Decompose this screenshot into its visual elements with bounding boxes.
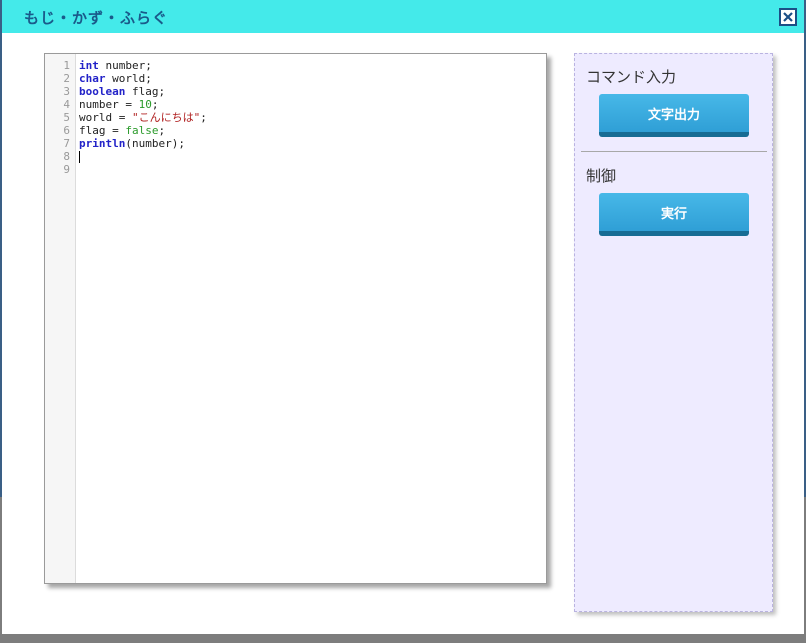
- code-token: 10: [138, 98, 152, 111]
- run-button[interactable]: 実行: [599, 193, 749, 236]
- code-token: world =: [79, 111, 132, 124]
- code-token: char: [79, 72, 106, 85]
- line-number: 2: [63, 72, 70, 85]
- code-line: [79, 150, 542, 163]
- line-number-gutter: 123456789: [45, 54, 76, 583]
- code-line: flag = false;: [79, 124, 542, 137]
- line-number: 1: [63, 59, 70, 72]
- close-button[interactable]: [779, 8, 797, 26]
- code-token: flag;: [125, 85, 166, 98]
- code-token: int: [79, 59, 99, 72]
- line-number: 4: [63, 98, 70, 111]
- line-number: 5: [63, 111, 70, 124]
- text-cursor: [79, 151, 80, 163]
- line-number: 7: [63, 137, 70, 150]
- code-token: ;: [151, 98, 159, 111]
- code-token: false: [125, 124, 159, 137]
- code-line: println(number);: [79, 137, 542, 150]
- code-area[interactable]: int number; char world; boolean flag; numbe…: [79, 59, 542, 176]
- panel-divider: [581, 151, 767, 152]
- code-line: boolean flag;: [79, 85, 542, 98]
- code-token: flag =: [79, 124, 126, 137]
- line-number: 3: [63, 85, 70, 98]
- close-icon: [783, 12, 793, 22]
- title-bar: もじ・かず・ふらぐ: [2, 0, 804, 33]
- code-line: world = "こんにちは";: [79, 111, 542, 124]
- line-number: 9: [63, 163, 70, 176]
- code-editor[interactable]: 123456789 int number; char world; boolean …: [44, 53, 547, 584]
- command-input-heading: コマンド入力: [586, 68, 677, 86]
- code-token: number;: [98, 59, 152, 72]
- command-panel: コマンド入力 文字出力 制御 実行: [574, 53, 773, 612]
- code-line: char world;: [79, 72, 542, 85]
- line-numbers: 123456789: [45, 59, 70, 176]
- code-token: (number);: [125, 137, 185, 150]
- line-number: 6: [63, 124, 70, 137]
- window-title: もじ・かず・ふらぐ: [24, 9, 169, 27]
- code-line: int number;: [79, 59, 542, 72]
- code-token: number =: [79, 98, 139, 111]
- code-token: boolean: [79, 85, 126, 98]
- code-token: println: [79, 137, 126, 150]
- code-token: "こんにちは": [131, 111, 201, 124]
- dialog-window: もじ・かず・ふらぐ 123456789 int number; char worl…: [2, 0, 804, 634]
- code-token: ;: [158, 124, 166, 137]
- code-line: number = 10;: [79, 98, 542, 111]
- line-number: 8: [63, 150, 70, 163]
- print-text-button[interactable]: 文字出力: [599, 94, 749, 137]
- code-token: world;: [105, 72, 152, 85]
- code-token: ;: [200, 111, 207, 124]
- control-heading: 制御: [586, 167, 617, 185]
